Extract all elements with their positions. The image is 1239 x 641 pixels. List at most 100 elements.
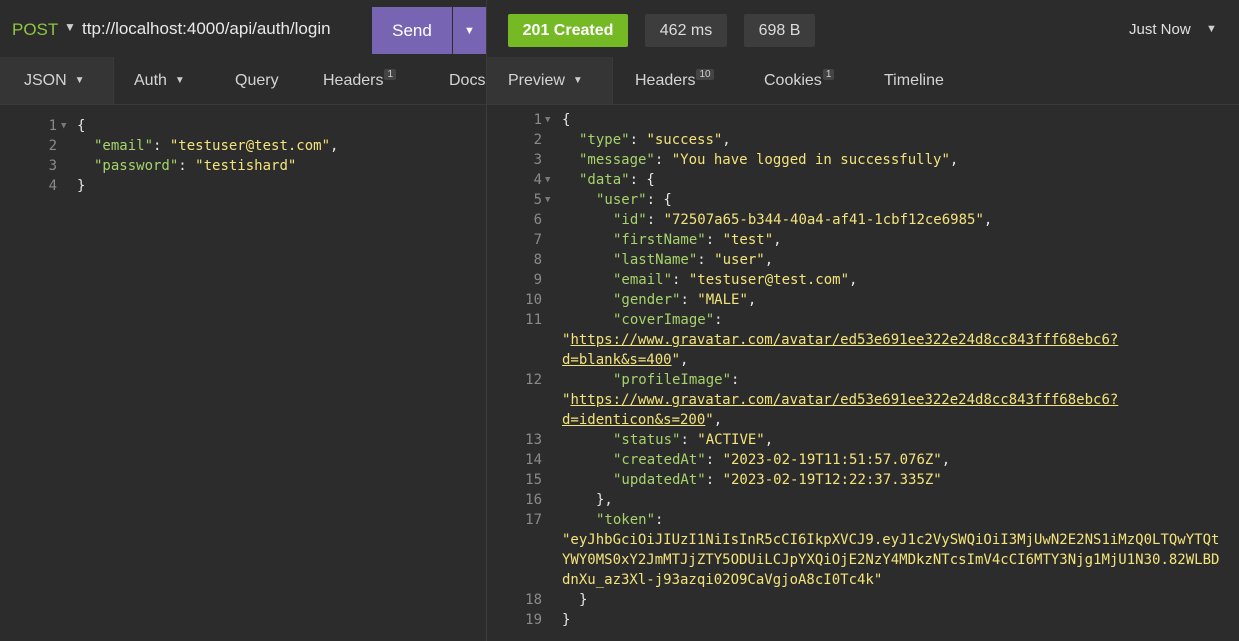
- fold-arrow-icon[interactable]: ▼: [61, 116, 66, 136]
- line-number: 13: [525, 432, 542, 448]
- tab-timeline[interactable]: Timeline: [884, 57, 944, 104]
- code-line: d=identicon&s=200",: [562, 412, 723, 428]
- code-line: "user": {: [596, 192, 672, 208]
- line-number: 3: [533, 152, 542, 168]
- tab-headers[interactable]: Headers 1: [323, 57, 397, 104]
- json-value: "user": [714, 252, 765, 268]
- code-line: "profileImage":: [613, 372, 740, 388]
- code-line: },: [596, 492, 613, 508]
- token-value: YWY0MS0xY2JmMTJjZTY5ODUiLCJpYXQiOjE2NzY4…: [562, 552, 1220, 568]
- tab-label: Headers: [323, 71, 384, 89]
- cover-image-link[interactable]: https://www.gravatar.com/avatar/ed53e691…: [570, 332, 1118, 348]
- code-line: "lastName": "user",: [613, 252, 774, 268]
- json-key: "firstName": [613, 232, 706, 248]
- token-value: dnXu_az3Xl-j93azqi02O9CaVgjoA8cI0Tc4k": [562, 572, 883, 588]
- tab-docs[interactable]: Docs: [449, 57, 485, 104]
- tab-label: Docs: [449, 71, 486, 89]
- tab-response-headers[interactable]: Headers 10: [635, 57, 714, 104]
- tab-query[interactable]: Query: [235, 57, 279, 104]
- code-line: dnXu_az3Xl-j93azqi02O9CaVgjoA8cI0Tc4k": [562, 570, 882, 590]
- code-line: "firstName": "test",: [613, 232, 782, 248]
- json-value: "testuser@test.com": [169, 138, 331, 154]
- line-number: 14: [525, 452, 542, 468]
- code-line: "eyJhbGciOiJIUzI1NiIsInR5cCI6IkpXVCJ9.ey…: [562, 530, 1219, 550]
- json-key: "status": [613, 432, 681, 448]
- send-options-dropdown[interactable]: ▼: [453, 7, 486, 54]
- brace: }: [77, 178, 86, 194]
- line-number: 17: [525, 512, 542, 528]
- line-number: 1: [48, 118, 57, 134]
- url-input[interactable]: ttp://localhost:4000/api/auth/login: [82, 19, 364, 39]
- cover-image-link[interactable]: d=blank&s=400: [562, 352, 672, 368]
- json-key: "message": [579, 152, 655, 168]
- line-number: 18: [525, 592, 542, 608]
- count-badge: 10: [696, 69, 714, 80]
- line-number: 8: [533, 252, 542, 268]
- chevron-down-icon[interactable]: ▼: [64, 20, 76, 34]
- line-number: 16: [525, 492, 542, 508]
- line-number: 7: [533, 232, 542, 248]
- tab-cookies[interactable]: Cookies 1: [764, 57, 835, 104]
- line-number: 4: [533, 172, 542, 188]
- json-key: "token": [596, 512, 656, 528]
- json-key: "email": [613, 272, 673, 288]
- fold-arrow-icon[interactable]: ▼: [545, 110, 550, 130]
- line-number: 12: [525, 372, 542, 388]
- code-line: "message": "You have logged in successfu…: [579, 152, 959, 168]
- fold-arrow-icon[interactable]: ▼: [545, 190, 550, 210]
- json-key: "user": [596, 192, 647, 208]
- response-history-dropdown[interactable]: Just Now: [1129, 21, 1191, 38]
- json-value: "success": [646, 132, 723, 148]
- tab-label: Cookies: [764, 71, 822, 89]
- profile-image-link[interactable]: d=identicon&s=200: [562, 412, 705, 428]
- code-line: "status": "ACTIVE",: [613, 432, 774, 448]
- tab-label: Preview: [508, 71, 565, 89]
- code-line: }: [77, 176, 85, 196]
- profile-image-link[interactable]: https://www.gravatar.com/avatar/ed53e691…: [570, 392, 1118, 408]
- fold-arrow-icon[interactable]: ▼: [545, 170, 550, 190]
- tab-preview[interactable]: Preview ▼: [508, 57, 583, 104]
- code-line: "type": "success",: [579, 132, 731, 148]
- json-key: "email": [94, 138, 154, 154]
- code-line: "updatedAt": "2023-02-19T12:22:37.335Z": [613, 472, 942, 488]
- token-value: "eyJhbGciOiJIUzI1NiIsInR5cCI6IkpXVCJ9.ey…: [562, 532, 1220, 548]
- code-line: "data": {: [579, 172, 655, 188]
- code-line: "https://www.gravatar.com/avatar/ed53e69…: [562, 392, 1119, 408]
- json-key: "data": [579, 172, 630, 188]
- json-key: "id": [613, 212, 647, 228]
- tab-auth[interactable]: Auth ▼: [134, 57, 185, 104]
- code-line: {: [562, 112, 571, 128]
- line-number: 4: [48, 178, 57, 194]
- line-number: 5: [533, 192, 542, 208]
- code-line: "https://www.gravatar.com/avatar/ed53e69…: [562, 332, 1119, 348]
- tab-body-json[interactable]: JSON ▼: [24, 57, 85, 104]
- http-method-select[interactable]: POST: [12, 20, 58, 40]
- line-number: 10: [525, 292, 542, 308]
- line-number: 2: [533, 132, 542, 148]
- code-line: }: [579, 592, 588, 608]
- json-key: "coverImage": [613, 312, 715, 328]
- json-value: "72507a65-b344-40a4-af41-1cbf12ce6985": [663, 212, 984, 228]
- count-badge: 1: [384, 69, 397, 80]
- json-key: "lastName": [613, 252, 698, 268]
- json-value: "testuser@test.com": [688, 272, 850, 288]
- line-number: 3: [48, 158, 57, 174]
- response-tabs: Preview ▼ Headers 10 Cookies 1 Timeline: [487, 57, 1239, 105]
- code-line: "createdAt": "2023-02-19T11:51:57.076Z",: [613, 452, 951, 468]
- request-tabs: JSON ▼ Auth ▼ Query Headers 1 Docs: [0, 57, 486, 105]
- json-key: "type": [579, 132, 630, 148]
- code-line: d=blank&s=400",: [562, 352, 689, 368]
- chevron-down-icon: ▼: [572, 75, 583, 86]
- line-number: 19: [525, 612, 542, 628]
- brace: {: [77, 118, 86, 134]
- send-button[interactable]: Send: [372, 7, 452, 54]
- code-line: "email": "testuser@test.com",: [613, 272, 858, 288]
- chevron-down-icon[interactable]: ▼: [1206, 23, 1217, 35]
- json-value: "You have logged in successfully": [671, 152, 950, 168]
- tab-label: Auth: [134, 71, 167, 89]
- json-value: "test": [722, 232, 774, 248]
- code-line: "token":: [596, 512, 664, 528]
- count-badge: 1: [822, 69, 835, 80]
- status-badge: 201 Created: [508, 14, 628, 47]
- code-line: "id": "72507a65-b344-40a4-af41-1cbf12ce6…: [613, 212, 993, 228]
